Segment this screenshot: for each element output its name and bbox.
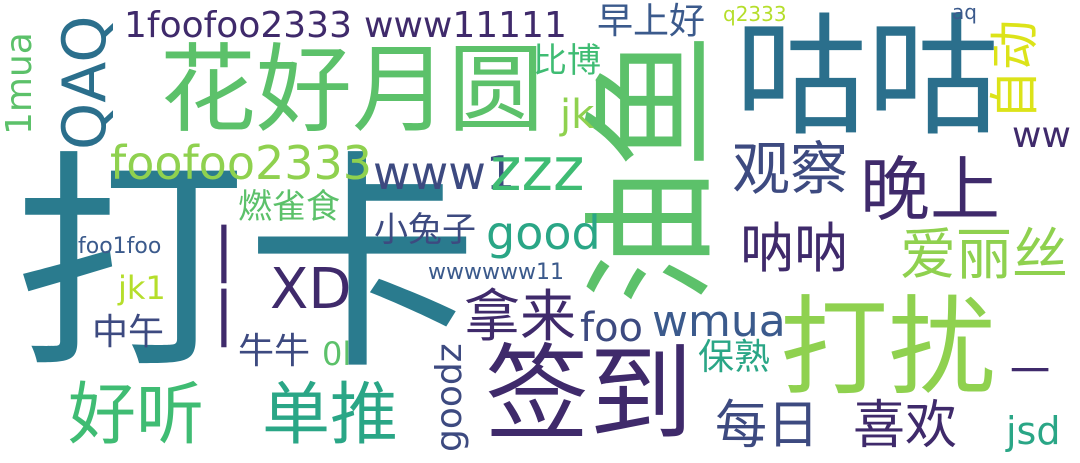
word-guancha: 观察 [732, 135, 849, 203]
word-ailisi: 爱丽丝 [900, 223, 1068, 288]
word-nana: 呐呐 [740, 217, 848, 280]
word-xd: XD [270, 257, 352, 322]
word-qaq: QAQ [50, 15, 120, 150]
word-dash: 一 [1010, 349, 1050, 395]
word-jk1: jk1 [118, 269, 166, 307]
word-wanshang: 晚上 [860, 149, 1000, 231]
word-wwwwww11: wwwwww11 [428, 260, 564, 285]
word-youyu: 油鱼 [574, 33, 732, 305]
word-haoting: 好听 [68, 376, 205, 455]
word-www11111: www11111 [364, 5, 567, 46]
word-good: good [486, 206, 601, 260]
word-q2333: q2333 [723, 2, 787, 26]
word-darao: 打扰 [780, 286, 997, 411]
word-onemua: 1mua [0, 32, 40, 135]
word-jk: jk [560, 92, 595, 138]
word-jsd: jsd [1006, 409, 1061, 453]
word-zhongwu: 中午 [92, 312, 165, 353]
word-niuniu: 牛牛 [238, 331, 311, 372]
word-goodz: goodz [429, 343, 470, 452]
word-zidong: 自动 [986, 20, 1044, 120]
word-cloud: 打卡 油鱼 咕咕 花好月圆 签到 打扰 QAQ 1foofoo2333 www1… [0, 0, 1080, 463]
word-nalai: 拿来 [464, 285, 576, 350]
word-zero-l: 0l [322, 335, 352, 373]
word-xiaotuzi: 小兔子 [374, 210, 476, 250]
word-foo1foo: foo1foo [78, 234, 162, 259]
word-xihuan: 喜欢 [853, 396, 958, 456]
word-foofoo2333: foofoo2333 [110, 136, 373, 190]
word-meiri: 每日 [715, 396, 820, 456]
word-huahaoyueyuan: 花好月圆 [160, 34, 544, 146]
word-zaoshanghao: 早上好 [597, 1, 706, 42]
word-ww: ww [1012, 115, 1071, 156]
word-aq: aq [952, 0, 977, 24]
word-bibo: 比博 [533, 41, 601, 81]
word-foofoo2333-1: 1foofoo2333 [124, 5, 352, 46]
word-gugu: 咕咕 [735, 1, 999, 155]
word-zzz: zzz [490, 135, 585, 205]
word-ranquesi: 燃雀食 [238, 187, 340, 227]
word-foo: foo [580, 305, 644, 351]
word-qiandao: 签到 [485, 333, 694, 455]
word-dantui: 单推 [262, 376, 399, 455]
word-baoshu: 保熟 [698, 337, 771, 378]
